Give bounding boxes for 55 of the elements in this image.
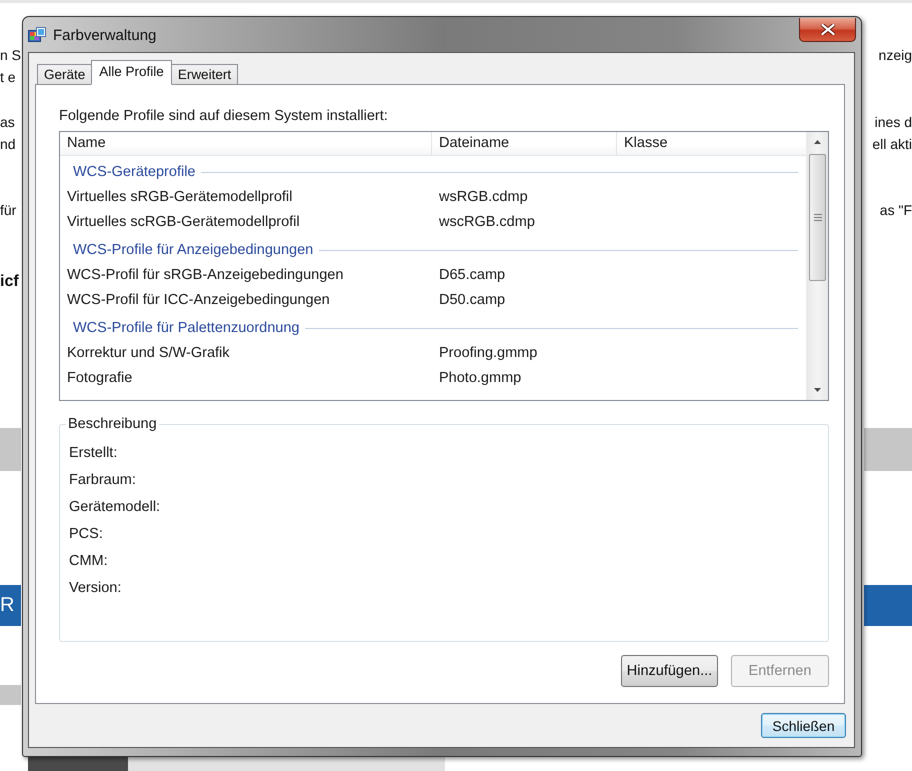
page-text: nzeig — [878, 47, 912, 63]
group-title: Beschreibung — [67, 415, 158, 433]
file-name: wscRGB.cdmp — [438, 214, 536, 230]
page-text: t e — [0, 69, 16, 85]
group-header[interactable]: WCS-Profile für Anzeigebedingungen — [60, 234, 806, 262]
intro-text: Folgende Profile sind auf diesem System installiert: — [59, 107, 389, 125]
profile-name[interactable]: WCS-Profil für ICC-Anzeigebedingungen — [60, 292, 432, 308]
tab[interactable]: Geräte — [37, 64, 92, 85]
page-text: ell akti — [872, 136, 912, 152]
down-arrow-icon — [814, 388, 821, 392]
close-button[interactable] — [799, 18, 856, 42]
group-header[interactable]: WCS-Geräteprofile — [60, 156, 806, 184]
file-name: Proofing.gmmp — [438, 344, 538, 360]
field-label: CMM: — [69, 552, 109, 571]
banner: R — [0, 585, 21, 626]
field-label: PCS: — [69, 525, 104, 544]
profile-name[interactable]: Virtuelles scRGB-Gerätemodellprofil — [60, 214, 432, 230]
field-label: Version: — [69, 579, 122, 598]
add-button[interactable]: Hinzufügen... — [621, 655, 718, 687]
group-header[interactable]: WCS-Profile für Palettenzuordnung — [60, 312, 806, 340]
page-text: as "F — [880, 202, 912, 218]
column-header[interactable]: Name — [60, 132, 432, 155]
field-label: Farbraum: — [69, 471, 137, 490]
file-name: wsRGB.cdmp — [438, 188, 529, 204]
file-name: D50.camp — [438, 292, 506, 308]
page-text: as — [0, 114, 15, 130]
close-dialog-button[interactable]: Schließen — [761, 713, 846, 738]
profile-name[interactable]: WCS-Profil für sRGB-Anzeigebedingungen — [60, 266, 432, 282]
page-band — [0, 685, 21, 705]
grip-icon — [814, 214, 822, 221]
page-band — [0, 428, 21, 471]
scrollbar-track[interactable] — [806, 132, 828, 400]
page-heading: icf — [0, 273, 19, 291]
page-text: n S — [0, 47, 22, 63]
field-label: Erstellt: — [69, 444, 118, 463]
field-label: Gerätemodell: — [69, 498, 162, 517]
window-title: Farbverwaltung — [53, 27, 156, 44]
page-band — [864, 428, 912, 471]
profile-name[interactable]: Virtuelles sRGB-Gerätemodellprofil — [60, 188, 432, 204]
page-text: nd — [0, 136, 16, 152]
tab[interactable]: Alle Profile — [91, 60, 172, 85]
banner — [864, 585, 912, 626]
column-header[interactable]: Klasse — [617, 132, 806, 155]
page-text: ines d — [874, 114, 912, 130]
up-arrow-icon — [814, 140, 821, 144]
file-name: D65.camp — [438, 266, 506, 282]
column-header[interactable]: Dateiname — [432, 132, 617, 155]
file-name: Photo.gmmp — [438, 370, 522, 386]
scrollbar-thumb[interactable] — [809, 154, 826, 281]
color-squares-icon — [28, 26, 46, 44]
page-text: für — [0, 202, 16, 218]
profile-name[interactable]: Korrektur und S/W-Grafik — [60, 344, 432, 360]
close-icon — [820, 24, 834, 35]
profile-name[interactable]: Fotografie — [60, 370, 432, 386]
tab[interactable]: Erweitert — [170, 64, 238, 85]
